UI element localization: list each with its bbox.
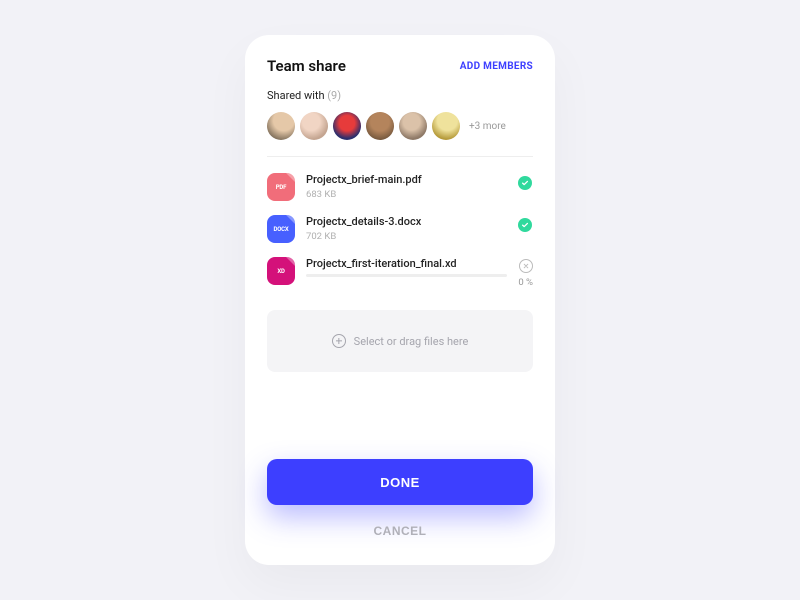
file-status <box>517 175 533 191</box>
file-meta: Projectx_details-3.docx 702 KB <box>306 215 506 242</box>
plus-circle-icon <box>332 334 346 348</box>
file-status <box>517 217 533 233</box>
avatar[interactable] <box>300 112 328 140</box>
file-list: PDF Projectx_brief-main.pdf 683 KB DOCX … <box>267 173 533 288</box>
file-meta: Projectx_brief-main.pdf 683 KB <box>306 173 506 200</box>
file-row: PDF Projectx_brief-main.pdf 683 KB <box>267 173 533 201</box>
dialog-header: Team share ADD MEMBERS <box>267 57 533 75</box>
check-icon <box>518 176 532 190</box>
check-icon <box>518 218 532 232</box>
shared-with-text: Shared with <box>267 89 325 102</box>
avatar-more[interactable]: +3 more <box>469 121 506 132</box>
file-row: DOCX Projectx_details-3.docx 702 KB <box>267 215 533 243</box>
avatar[interactable] <box>267 112 295 140</box>
shared-with-label: Shared with (9) <box>267 89 533 102</box>
file-name: Projectx_first-iteration_final.xd <box>306 257 507 270</box>
cancel-button[interactable]: CANCEL <box>267 515 533 547</box>
file-size: 702 KB <box>306 231 506 242</box>
file-meta: Projectx_first-iteration_final.xd <box>306 257 507 277</box>
progress-bar <box>306 274 507 277</box>
avatar-row: +3 more <box>267 112 533 157</box>
upload-progress <box>306 274 507 277</box>
cancel-upload-button[interactable] <box>519 259 533 273</box>
add-members-button[interactable]: ADD MEMBERS <box>460 61 533 72</box>
avatar[interactable] <box>333 112 361 140</box>
file-dropzone[interactable]: Select or drag files here <box>267 310 533 372</box>
dropzone-label: Select or drag files here <box>354 335 469 348</box>
avatar[interactable] <box>432 112 460 140</box>
dialog-title: Team share <box>267 57 346 75</box>
avatar[interactable] <box>366 112 394 140</box>
file-row: XD Projectx_first-iteration_final.xd 0 % <box>267 257 533 288</box>
file-type-icon: DOCX <box>267 215 295 243</box>
file-type-icon: XD <box>267 257 295 285</box>
file-name: Projectx_details-3.docx <box>306 215 506 228</box>
avatar[interactable] <box>399 112 427 140</box>
file-name: Projectx_brief-main.pdf <box>306 173 506 186</box>
team-share-dialog: Team share ADD MEMBERS Shared with (9) +… <box>245 35 555 565</box>
progress-percent: 0 % <box>518 277 533 288</box>
file-size: 683 KB <box>306 189 506 200</box>
file-type-icon: PDF <box>267 173 295 201</box>
shared-with-count: (9) <box>327 89 341 102</box>
dialog-actions: DONE CANCEL <box>267 459 533 547</box>
done-button[interactable]: DONE <box>267 459 533 505</box>
